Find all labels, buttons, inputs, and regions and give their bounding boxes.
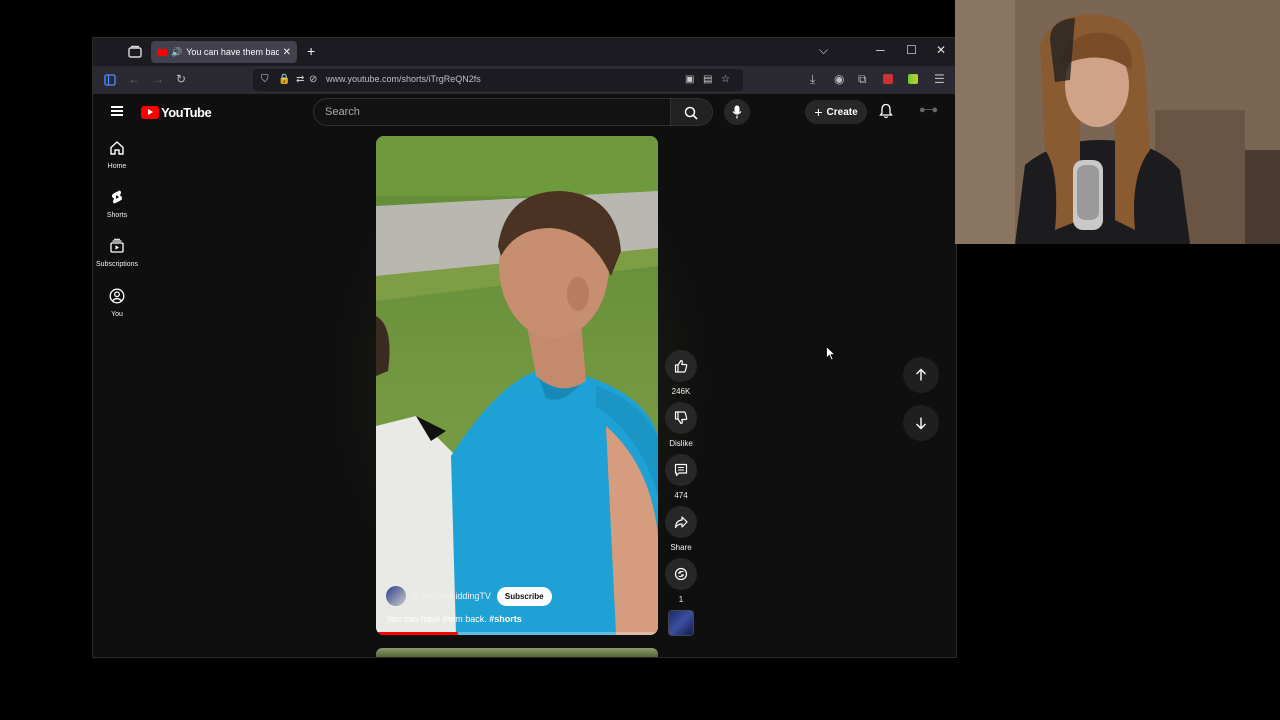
youtube-play-icon	[141, 106, 159, 119]
nav-bar: ← → ↻ ⛉ 🔒 ⇄ ⊘ www.youtube.com/shorts/iTr…	[93, 66, 956, 94]
sound-thumbnail[interactable]	[668, 610, 694, 636]
close-window-icon[interactable]: ✕	[936, 43, 946, 57]
extension-equalizer-icon[interactable]	[908, 74, 918, 84]
arrow-up-icon	[916, 368, 926, 381]
dislike-label: Dislike	[669, 439, 693, 448]
next-short-preview[interactable]	[376, 648, 658, 657]
reader-view-icon[interactable]: ▤	[703, 74, 712, 85]
channel-avatar[interactable]	[386, 586, 406, 606]
create-label: Create	[826, 106, 858, 118]
video-caption-row: You can have them back. #shorts	[386, 614, 522, 624]
sidebar-item-label: Home	[107, 163, 127, 170]
search-input[interactable]: Search	[313, 98, 671, 126]
search-button[interactable]	[671, 98, 713, 126]
comment-icon	[674, 463, 688, 477]
youtube-logo[interactable]: YouTube	[141, 105, 212, 120]
like-button[interactable]	[665, 350, 697, 382]
share-button[interactable]	[665, 506, 697, 538]
app-menu-icon[interactable]: ☰	[934, 72, 945, 86]
firefox-view-icon[interactable]	[127, 44, 143, 60]
screen: 🔊 You can have them back. #s ✕ + ⌵ ─ ☐ ✕…	[0, 0, 1280, 720]
hamburger-menu-icon[interactable]	[111, 106, 123, 116]
back-arrow-icon[interactable]: ←	[128, 72, 140, 86]
remix-count: 1	[678, 595, 684, 604]
microphone-icon	[732, 105, 742, 119]
sidebar-item-subscriptions[interactable]: Subscriptions	[93, 238, 141, 268]
extensions-icon[interactable]: ⧉	[858, 72, 867, 87]
channel-name[interactable]: @AreYouKiddingTV	[411, 591, 491, 601]
remix-icon	[674, 567, 688, 581]
forward-arrow-icon[interactable]: →	[152, 72, 164, 86]
reload-icon[interactable]: ↻	[176, 72, 186, 86]
subscribe-button[interactable]: Subscribe	[496, 586, 552, 606]
tab-title: You can have them back. #s	[186, 47, 278, 57]
user-circle-icon	[109, 288, 125, 304]
youtube-logo-text: YouTube	[161, 105, 212, 120]
comment-count: 474	[674, 491, 688, 500]
picture-in-picture-icon[interactable]: ▣	[685, 74, 694, 85]
sidebar-item-you[interactable]: You	[93, 288, 141, 318]
video-frame-image	[376, 136, 658, 635]
video-caption: You can have them back.	[386, 614, 487, 624]
youtube-page: YouTube Search + Create ●─● Home Shorts …	[93, 94, 956, 657]
mouse-pointer-icon	[826, 346, 836, 361]
search-placeholder: Search	[325, 106, 360, 118]
new-tab-icon[interactable]: +	[307, 43, 315, 59]
youtube-favicon-icon	[157, 48, 167, 56]
previous-short-button[interactable]	[903, 357, 939, 393]
subscriptions-icon	[110, 238, 124, 253]
thumbs-down-icon	[674, 411, 688, 425]
permissions-icon[interactable]: ⇄	[296, 74, 304, 85]
channel-row: @AreYouKiddingTV Subscribe	[386, 586, 552, 606]
browser-tab-active[interactable]: 🔊 You can have them back. #s ✕	[151, 41, 297, 63]
dislike-button[interactable]	[665, 402, 697, 434]
search-icon	[684, 106, 698, 120]
home-icon	[110, 141, 124, 155]
maximize-icon[interactable]: ☐	[906, 43, 917, 57]
remix-button[interactable]	[665, 558, 697, 590]
hashtag-link[interactable]: #shorts	[489, 614, 522, 624]
avatar-loading-icon[interactable]: ●─●	[919, 104, 938, 116]
thumbs-up-icon	[674, 359, 688, 373]
sidebar-toggle-icon[interactable]	[104, 74, 116, 86]
like-count: 246K	[671, 387, 691, 396]
sidebar-item-shorts[interactable]: Shorts	[93, 189, 141, 219]
webcam-overlay	[955, 0, 1280, 244]
voice-search-button[interactable]	[724, 99, 750, 125]
speaker-icon[interactable]: 🔊	[171, 47, 182, 58]
webcam-image	[955, 0, 1280, 244]
share-arrow-icon	[674, 516, 688, 529]
bookmark-star-icon[interactable]: ☆	[721, 74, 730, 85]
lock-icon[interactable]: 🔒	[278, 74, 290, 85]
shorts-video-player[interactable]: @AreYouKiddingTV Subscribe You can have …	[376, 136, 658, 635]
tab-list-chevron-icon[interactable]: ⌵	[819, 43, 828, 58]
downloads-icon[interactable]: ⤓	[810, 72, 815, 87]
shield-icon[interactable]: ⛉	[261, 74, 269, 85]
extension-badge-icon[interactable]	[883, 74, 893, 84]
sidebar-item-label: Subscriptions	[95, 261, 139, 268]
sidebar-item-label: Shorts	[106, 212, 128, 219]
browser-window: 🔊 You can have them back. #s ✕ + ⌵ ─ ☐ ✕…	[92, 37, 957, 658]
url-text: www.youtube.com/shorts/iTrgReQN2fs	[326, 74, 481, 84]
close-tab-icon[interactable]: ✕	[283, 47, 291, 58]
youtube-header: YouTube Search + Create ●─●	[93, 94, 956, 132]
plus-icon: +	[814, 104, 823, 120]
account-icon[interactable]: ◉	[834, 72, 844, 86]
arrow-down-icon	[916, 417, 926, 430]
notifications-bell-icon[interactable]	[879, 103, 893, 119]
shorts-icon	[111, 190, 123, 204]
minimize-icon[interactable]: ─	[876, 43, 885, 57]
create-button[interactable]: + Create	[805, 100, 867, 124]
comments-button[interactable]	[665, 454, 697, 486]
share-label: Share	[670, 543, 692, 552]
sidebar-item-label: You	[111, 311, 123, 318]
sidebar-item-home[interactable]: Home	[93, 140, 141, 170]
next-short-button[interactable]	[903, 405, 939, 441]
address-bar[interactable]: ⛉ 🔒 ⇄ ⊘ www.youtube.com/shorts/iTrgReQN2…	[253, 69, 743, 91]
tracking-off-icon[interactable]: ⊘	[309, 74, 317, 85]
tab-bar: 🔊 You can have them back. #s ✕ + ⌵ ─ ☐ ✕	[93, 38, 956, 66]
